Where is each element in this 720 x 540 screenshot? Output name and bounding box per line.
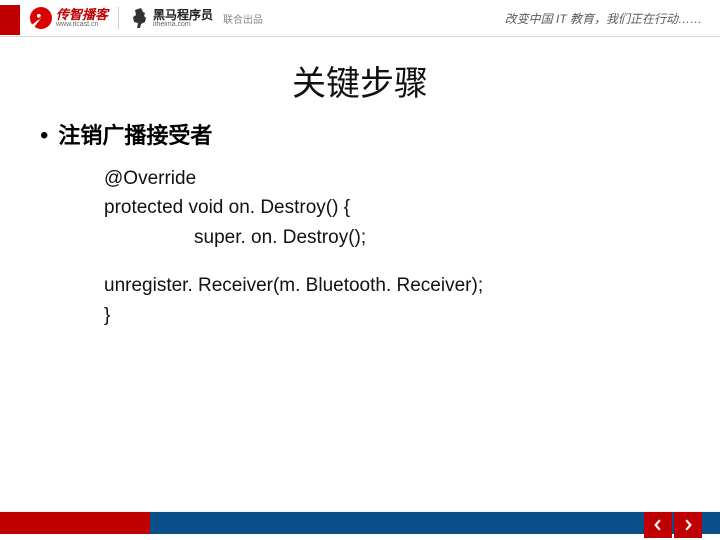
logo-itheima-url: itheima.com [153, 21, 213, 28]
code-blank-line [104, 252, 680, 271]
header-accent-block [0, 5, 20, 35]
bullet-marker: • [40, 124, 48, 148]
chevron-left-icon [652, 519, 664, 531]
logo-itcast: 传智播客 www.itcast.cn [30, 7, 108, 29]
logo-separator [118, 7, 119, 29]
chevron-right-icon [682, 519, 694, 531]
code-block: @Override protected void on. Destroy() {… [104, 164, 680, 330]
code-line-3: super. on. Destroy(); [104, 223, 680, 252]
logo-group: 传智播客 www.itcast.cn 黑马程序员 itheima.com 联合出… [30, 7, 263, 29]
joint-label: 联合出品 [223, 11, 263, 26]
logo-itheima: 黑马程序员 itheima.com [129, 8, 213, 28]
logo-itcast-url: www.itcast.cn [56, 21, 108, 28]
logo-itcast-text-wrap: 传智播客 www.itcast.cn [56, 8, 108, 28]
footer [0, 506, 720, 540]
footer-accent [0, 512, 150, 534]
bullet-text: 注销广播接受者 [58, 118, 212, 150]
prev-button[interactable] [644, 512, 672, 538]
next-button[interactable] [674, 512, 702, 538]
header-divider [0, 36, 720, 37]
logo-itheima-text-wrap: 黑马程序员 itheima.com [153, 9, 213, 28]
header: 传智播客 www.itcast.cn 黑马程序员 itheima.com 联合出… [0, 0, 720, 36]
slide-body: • 注销广播接受者 @Override protected void on. D… [40, 118, 680, 330]
bullet-row: • 注销广播接受者 [40, 118, 680, 150]
horse-icon [129, 8, 149, 28]
code-line-2: protected void on. Destroy() { [104, 193, 680, 222]
swirl-icon [30, 7, 52, 29]
nav-controls [644, 512, 702, 538]
code-line-5: } [104, 301, 680, 330]
logo-itcast-name: 传智播客 [56, 8, 108, 21]
tagline: 改变中国 IT 教育，我们正在行动…… [505, 10, 702, 27]
slide: 传智播客 www.itcast.cn 黑马程序员 itheima.com 联合出… [0, 0, 720, 540]
slide-title: 关键步骤 [0, 56, 720, 105]
logo-itheima-name: 黑马程序员 [153, 9, 213, 21]
code-line-1: @Override [104, 164, 680, 193]
code-line-4: unregister. Receiver(m. Bluetooth. Recei… [104, 271, 680, 300]
